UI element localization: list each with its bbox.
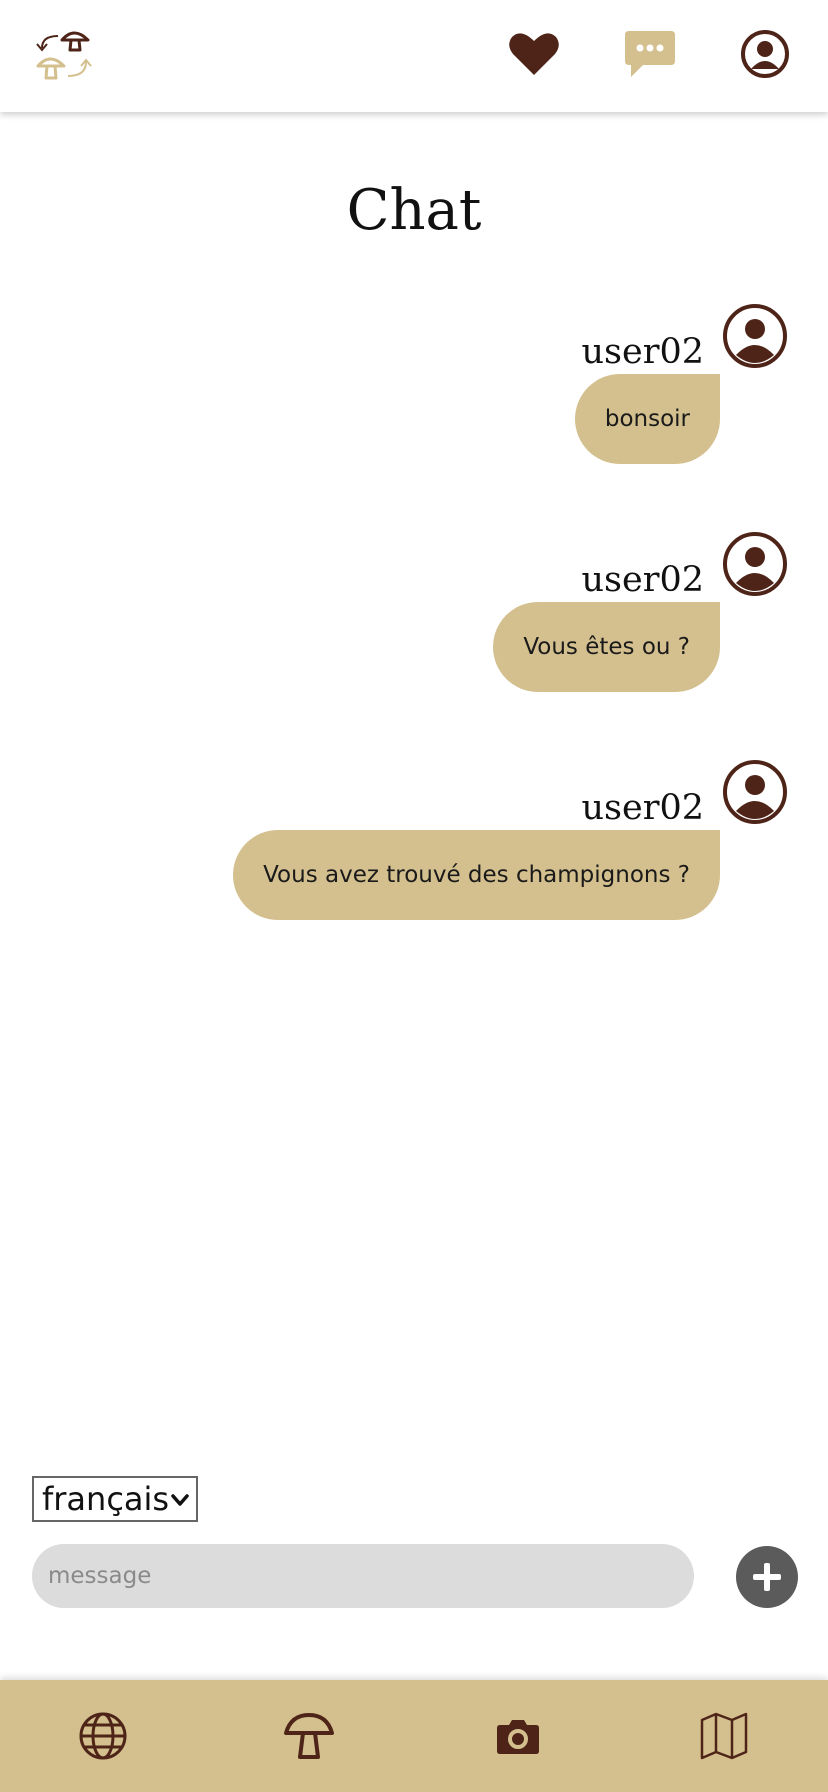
language-select-value: français [42, 1480, 170, 1518]
bottom-nav [0, 1680, 828, 1792]
message-bubble: Vous avez trouvé des champignons ? [233, 830, 720, 920]
heart-icon[interactable] [506, 26, 562, 82]
message-username: user02 [581, 788, 704, 828]
camera-icon [497, 1720, 539, 1754]
user-circle-icon[interactable] [737, 26, 793, 82]
language-select[interactable]: français [32, 1476, 198, 1522]
send-button[interactable] [736, 1546, 798, 1608]
message-username: user02 [581, 332, 704, 372]
message-bubble: bonsoir [574, 374, 720, 464]
message-input[interactable] [32, 1544, 694, 1608]
plus-icon [753, 1563, 781, 1591]
message-item: user02 Vous avez trouvé des champignons … [28, 756, 788, 976]
nav-globe[interactable] [71, 1704, 135, 1768]
page-title: Chat [346, 178, 482, 243]
message-username: user02 [581, 560, 704, 600]
nav-camera[interactable] [486, 1704, 550, 1768]
chevron-down-icon [171, 1494, 189, 1506]
mushroom-icon [284, 1713, 334, 1759]
user-avatar-icon[interactable] [722, 759, 788, 825]
user-avatar-icon[interactable] [722, 531, 788, 597]
mushroom-swap-logo[interactable] [36, 24, 104, 88]
message-bubble: Vous êtes ou ? [493, 602, 720, 692]
globe-icon [79, 1712, 127, 1760]
top-bar [0, 0, 828, 112]
message-item: user02 bonsoir [28, 300, 788, 520]
chat-bubble-icon[interactable] [622, 26, 678, 82]
nav-mushroom[interactable] [277, 1704, 341, 1768]
user-avatar-icon[interactable] [722, 303, 788, 369]
message-item: user02 Vous êtes ou ? [28, 528, 788, 748]
nav-map[interactable] [692, 1704, 756, 1768]
map-icon [700, 1712, 748, 1760]
